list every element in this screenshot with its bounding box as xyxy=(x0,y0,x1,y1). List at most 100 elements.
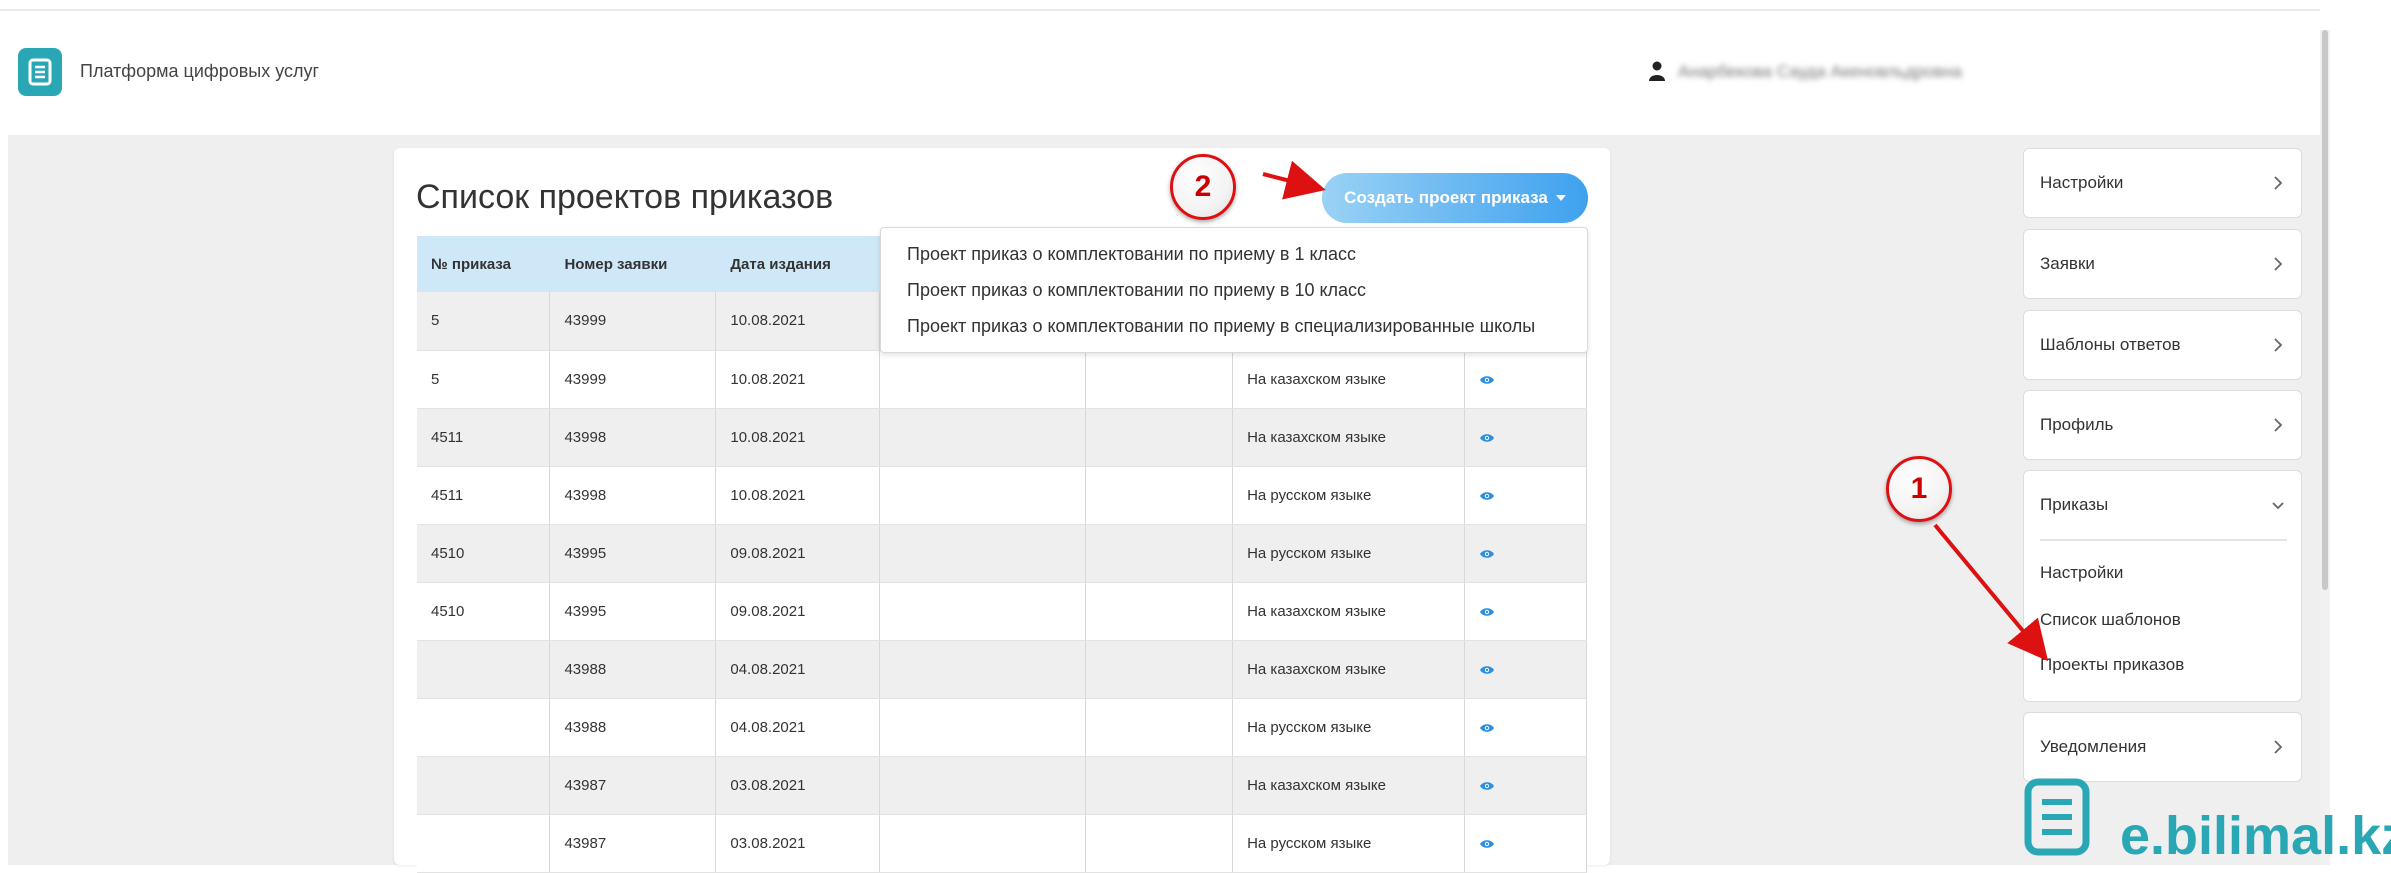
chevron-right-icon xyxy=(2274,176,2283,190)
dropdown-item-grade-10[interactable]: Проект приказ о комплектовании по приему… xyxy=(881,280,1587,316)
col-header-application-number[interactable]: Номер заявки xyxy=(549,236,717,292)
issue-date-cell: 10.08.2021 xyxy=(715,466,881,525)
language-cell: На казахском языке xyxy=(1232,350,1466,409)
order-number-cell: 5 xyxy=(417,350,551,409)
sidebar-item-label: Шаблоны ответов xyxy=(2040,335,2181,354)
application-number-cell: 43995 xyxy=(549,582,717,641)
language-cell: На русском языке xyxy=(1232,698,1466,757)
language-cell: На казахском языке xyxy=(1232,408,1466,467)
actions-cell xyxy=(1464,698,1587,757)
actions-cell xyxy=(1464,350,1587,409)
table-row[interactable]: 43987 03.08.2021 На русском языке xyxy=(417,814,1587,873)
empty-cell xyxy=(1085,350,1234,409)
issue-date-cell: 09.08.2021 xyxy=(715,524,881,583)
application-number-cell: 43988 xyxy=(549,698,717,757)
order-number-cell: 4510 xyxy=(417,524,551,583)
language-cell: На русском языке xyxy=(1232,814,1466,873)
scrollbar-thumb[interactable] xyxy=(2322,30,2328,590)
sidebar-group-orders-title[interactable]: Приказы xyxy=(2040,495,2108,515)
sidebar-subitem-template-list[interactable]: Список шаблонов xyxy=(2040,610,2181,630)
sidebar-item-profile[interactable]: Профиль xyxy=(2023,390,2302,460)
empty-cell xyxy=(1085,756,1234,815)
view-eye-icon[interactable] xyxy=(1479,723,1495,733)
create-order-project-button[interactable]: Создать проект приказа xyxy=(1322,173,1588,223)
empty-cell xyxy=(1085,814,1234,873)
table-row[interactable]: 43988 04.08.2021 На русском языке xyxy=(417,698,1587,757)
actions-cell xyxy=(1464,640,1587,699)
issue-date-cell: 10.08.2021 xyxy=(715,350,881,409)
col-header-issue-date[interactable]: Дата издания xyxy=(715,236,881,292)
chevron-right-icon xyxy=(2274,740,2283,754)
language-cell: На русском языке xyxy=(1232,524,1466,583)
sidebar-item-label: Настройки xyxy=(2040,173,2124,192)
table-row[interactable]: 4510 43995 09.08.2021 На русском языке xyxy=(417,524,1587,583)
actions-cell xyxy=(1464,582,1587,641)
issue-date-cell: 09.08.2021 xyxy=(715,582,881,641)
view-eye-icon[interactable] xyxy=(1479,491,1495,501)
annotation-marker-2: 2 xyxy=(1170,154,1236,220)
sidebar-item-notifications[interactable]: Уведомления xyxy=(2023,712,2302,782)
table-row[interactable]: 4511 43998 10.08.2021 На русском языке xyxy=(417,466,1587,525)
annotation-marker-1: 1 xyxy=(1886,456,1952,522)
order-number-cell: 4511 xyxy=(417,408,551,467)
table-row[interactable]: 4511 43998 10.08.2021 На казахском языке xyxy=(417,408,1587,467)
sidebar-item-label: Профиль xyxy=(2040,415,2114,434)
user-name[interactable]: Анарбекова Сауда Акеновльдровна xyxy=(1678,62,1962,82)
view-eye-icon[interactable] xyxy=(1479,607,1495,617)
view-eye-icon[interactable] xyxy=(1479,549,1495,559)
sidebar-subitem-order-projects[interactable]: Проекты приказов xyxy=(2040,655,2184,675)
empty-cell xyxy=(879,698,1087,757)
sidebar-group-divider xyxy=(2040,539,2287,541)
order-number-cell xyxy=(417,814,551,873)
view-eye-icon[interactable] xyxy=(1479,665,1495,675)
view-eye-icon[interactable] xyxy=(1479,375,1495,385)
order-number-cell xyxy=(417,756,551,815)
col-header-order-number[interactable]: № приказа xyxy=(417,236,551,292)
table-row[interactable]: 5 43999 10.08.2021 На казахском языке xyxy=(417,350,1587,409)
issue-date-cell: 03.08.2021 xyxy=(715,756,881,815)
page-scrollbar[interactable] xyxy=(2320,30,2330,865)
issue-date-cell: 04.08.2021 xyxy=(715,698,881,757)
empty-cell xyxy=(1085,640,1234,699)
application-number-cell: 43995 xyxy=(549,524,717,583)
language-cell: На казахском языке xyxy=(1232,640,1466,699)
dropdown-item-specialized-schools[interactable]: Проект приказ о комплектовании по приему… xyxy=(881,316,1587,352)
sidebar-subitem-settings[interactable]: Настройки xyxy=(2040,563,2123,583)
application-number-cell: 43999 xyxy=(549,350,717,409)
view-eye-icon[interactable] xyxy=(1479,433,1495,443)
page-title: Список проектов приказов xyxy=(416,178,834,216)
table-row[interactable]: 43987 03.08.2021 На казахском языке xyxy=(417,756,1587,815)
application-number-cell: 43998 xyxy=(549,466,717,525)
empty-cell xyxy=(879,582,1087,641)
empty-cell xyxy=(879,524,1087,583)
empty-cell xyxy=(1085,582,1234,641)
create-button-label: Создать проект приказа xyxy=(1344,188,1548,207)
empty-cell xyxy=(879,466,1087,525)
chevron-right-icon xyxy=(2274,257,2283,271)
sidebar-item-reply-templates[interactable]: Шаблоны ответов xyxy=(2023,310,2302,380)
platform-logo-icon[interactable] xyxy=(18,48,62,96)
actions-cell xyxy=(1464,466,1587,525)
bilimal-logo-icon xyxy=(2024,778,2090,856)
actions-cell xyxy=(1464,756,1587,815)
view-eye-icon[interactable] xyxy=(1479,781,1495,791)
empty-cell xyxy=(1085,408,1234,467)
issue-date-cell: 03.08.2021 xyxy=(715,814,881,873)
view-eye-icon[interactable] xyxy=(1479,839,1495,849)
empty-cell xyxy=(879,350,1087,409)
user-icon xyxy=(1649,61,1665,81)
application-number-cell: 43998 xyxy=(549,408,717,467)
brand-title[interactable]: Платформа цифровых услуг xyxy=(80,61,319,82)
order-number-cell: 4511 xyxy=(417,466,551,525)
sidebar-item-applications[interactable]: Заявки xyxy=(2023,229,2302,299)
empty-cell xyxy=(879,756,1087,815)
sidebar-item-label: Заявки xyxy=(2040,254,2095,273)
sidebar-group-orders: Приказы Настройки Список шаблонов Проект… xyxy=(2023,470,2302,702)
application-number-cell: 43988 xyxy=(549,640,717,699)
sidebar-item-settings[interactable]: Настройки xyxy=(2023,148,2302,218)
chevron-down-icon[interactable] xyxy=(2271,501,2285,511)
table-row[interactable]: 4510 43995 09.08.2021 На казахском языке xyxy=(417,582,1587,641)
dropdown-item-grade-1[interactable]: Проект приказ о комплектовании по приему… xyxy=(881,244,1587,280)
table-row[interactable]: 43988 04.08.2021 На казахском языке xyxy=(417,640,1587,699)
language-cell: На казахском языке xyxy=(1232,582,1466,641)
